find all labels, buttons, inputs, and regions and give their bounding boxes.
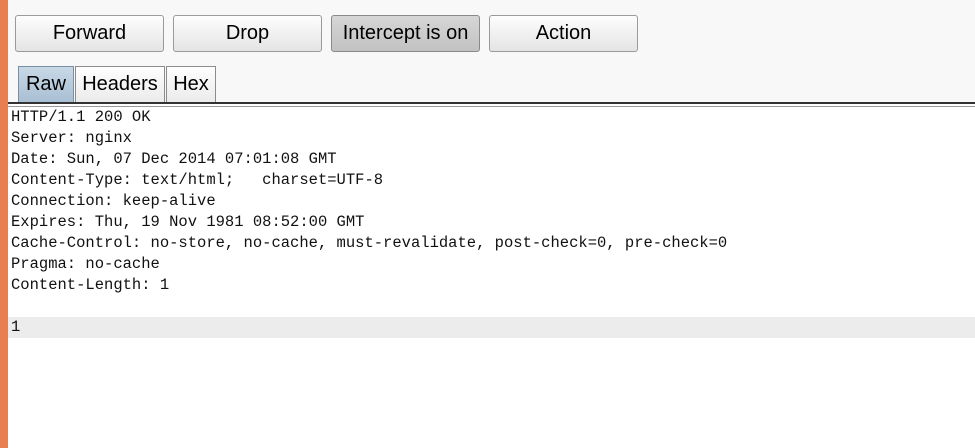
editor-line[interactable]: Content-Type: text/html; charset=UTF-8 [8, 170, 975, 191]
editor-line[interactable] [8, 296, 975, 317]
intercept-toggle-button[interactable]: Intercept is on [331, 15, 480, 52]
drop-button[interactable]: Drop [173, 15, 322, 52]
action-button[interactable]: Action [489, 15, 638, 52]
editor-line[interactable]: HTTP/1.1 200 OK [8, 107, 975, 128]
editor-line[interactable]: Content-Length: 1 [8, 275, 975, 296]
editor-current-line[interactable]: 1 [8, 317, 975, 338]
forward-button[interactable]: Forward [15, 15, 164, 52]
tab-strip-divider [8, 102, 975, 104]
editor-line[interactable]: Expires: Thu, 19 Nov 1981 08:52:00 GMT [8, 212, 975, 233]
editor-line[interactable]: Connection: keep-alive [8, 191, 975, 212]
raw-message-editor[interactable]: HTTP/1.1 200 OK Server: nginx Date: Sun,… [8, 107, 975, 448]
editor-line[interactable]: Date: Sun, 07 Dec 2014 07:01:08 GMT [8, 149, 975, 170]
editor-line[interactable]: Pragma: no-cache [8, 254, 975, 275]
tab-headers[interactable]: Headers [75, 66, 165, 102]
editor-line[interactable]: Cache-Control: no-store, no-cache, must-… [8, 233, 975, 254]
proxy-intercept-panel: Forward Drop Intercept is on Action Raw … [0, 0, 975, 448]
window-edge [0, 0, 8, 448]
tab-raw[interactable]: Raw [18, 66, 74, 102]
tab-hex[interactable]: Hex [166, 66, 216, 102]
editor-line[interactable]: Server: nginx [8, 128, 975, 149]
